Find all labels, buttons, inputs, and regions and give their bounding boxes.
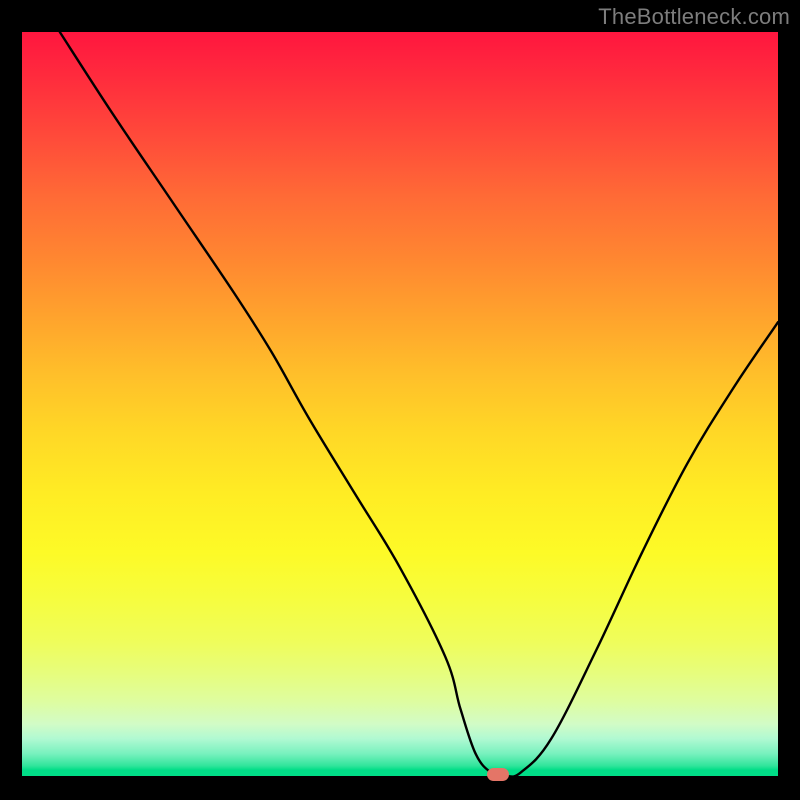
bottleneck-curve [22, 32, 778, 776]
plot-area [22, 32, 778, 776]
curve-path [60, 32, 778, 777]
chart-root: TheBottleneck.com [0, 0, 800, 800]
watermark-text: TheBottleneck.com [598, 4, 790, 30]
optimal-marker [487, 768, 509, 781]
